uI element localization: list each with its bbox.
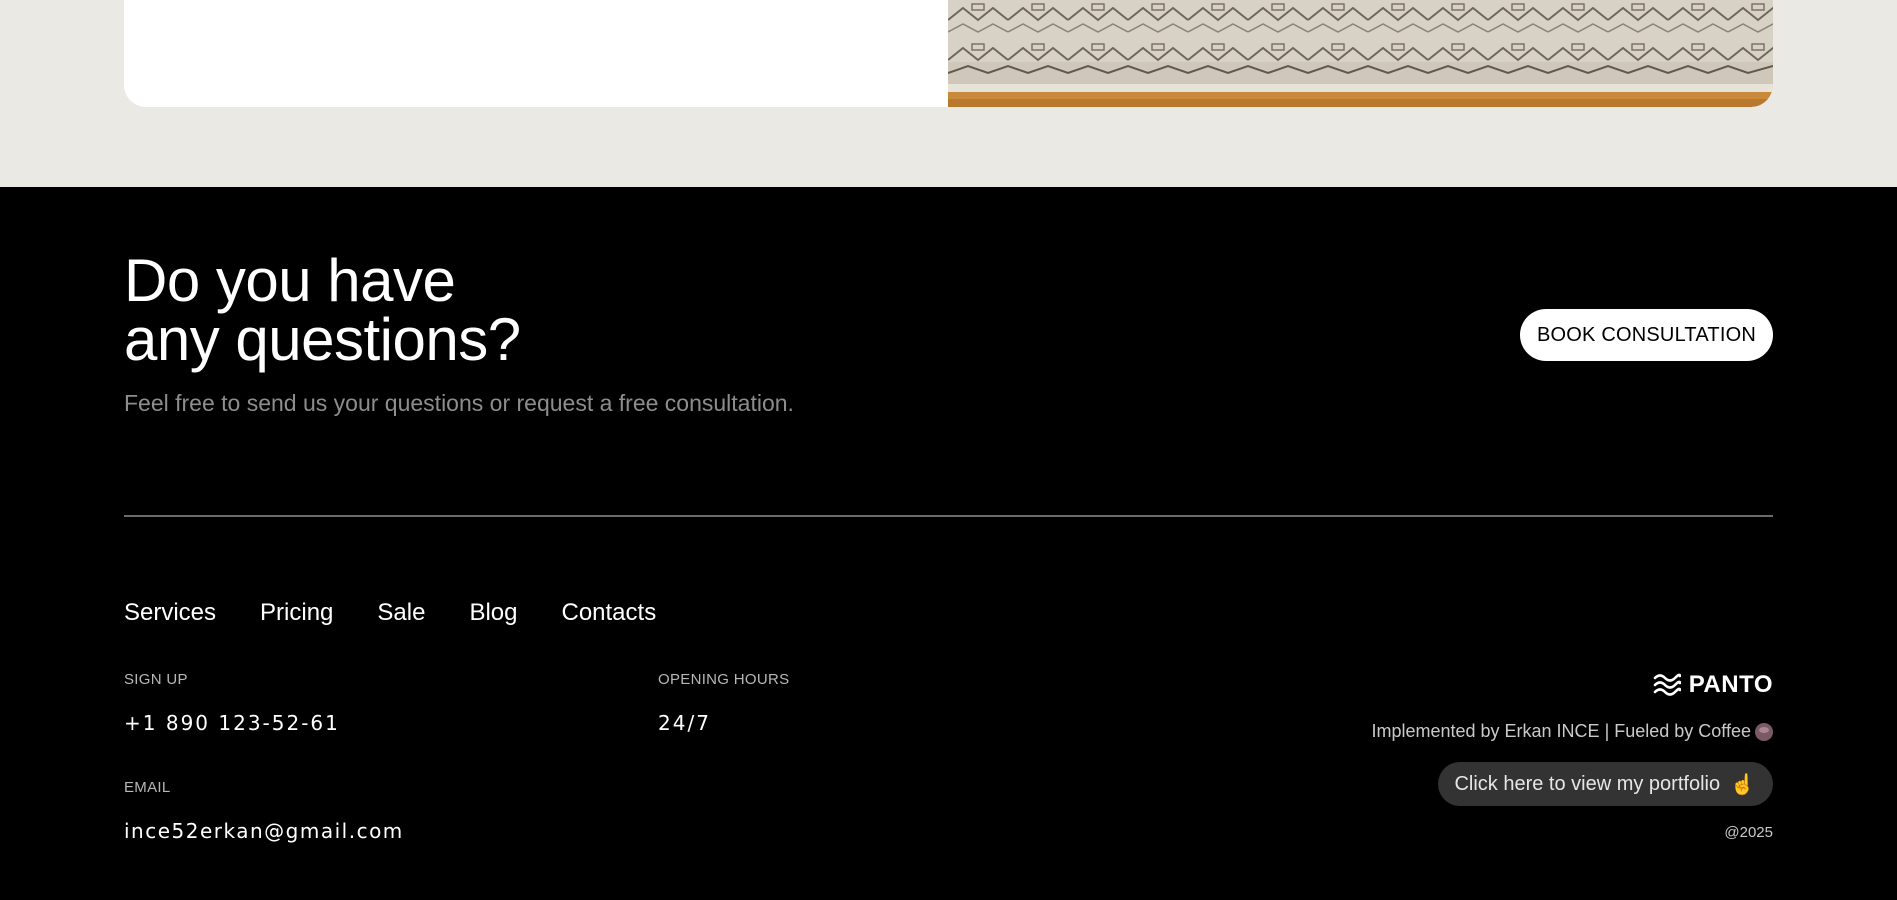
feature-card [124, 0, 1773, 107]
rug-image [948, 0, 1773, 107]
footer-nav-blog[interactable]: Blog [469, 599, 517, 627]
opening-hours-label: OPENING HOURS [658, 671, 790, 688]
sign-up-label: SIGN UP [124, 671, 188, 688]
portfolio-button[interactable]: Click here to view my portfolio ☝ [1438, 762, 1773, 806]
top-section-background [0, 0, 1897, 187]
questions-heading: Do you have any questions? [124, 247, 521, 373]
questions-subtitle: Feel free to send us your questions or r… [124, 390, 794, 416]
pointing-hand-icon: ☝ [1730, 773, 1755, 796]
footer-nav-sale[interactable]: Sale [377, 599, 425, 627]
email-address[interactable]: ince52erkan@gmail.com [124, 819, 404, 843]
copyright: @2025 [1724, 824, 1773, 841]
credit-text: Implemented by Erkan INCE | Fueled by Co… [1371, 721, 1751, 741]
opening-hours-value: 24/7 [658, 711, 711, 735]
brand-logo[interactable]: PANTO [1653, 671, 1773, 699]
coffee-icon [1755, 722, 1773, 741]
wave-logo-icon [1653, 673, 1681, 696]
book-consultation-button[interactable]: BOOK CONSULTATION [1520, 309, 1773, 361]
email-label: EMAIL [124, 779, 171, 796]
footer-divider [124, 515, 1773, 517]
credit-line: Implemented by Erkan INCE | Fueled by Co… [1371, 721, 1773, 742]
footer: Do you have any questions? Feel free to … [0, 187, 1897, 900]
phone-number[interactable]: +1 890 123-52-61 [124, 711, 340, 735]
portfolio-label: Click here to view my portfolio [1454, 772, 1721, 795]
questions-heading-line1: Do you have [124, 247, 456, 314]
footer-nav-pricing[interactable]: Pricing [260, 599, 333, 627]
questions-heading-line2: any questions? [124, 306, 521, 373]
footer-nav-contacts[interactable]: Contacts [561, 599, 656, 627]
footer-nav-services[interactable]: Services [124, 599, 216, 627]
footer-nav: Services Pricing Sale Blog Contacts [124, 599, 656, 627]
brand-name: PANTO [1688, 671, 1773, 698]
